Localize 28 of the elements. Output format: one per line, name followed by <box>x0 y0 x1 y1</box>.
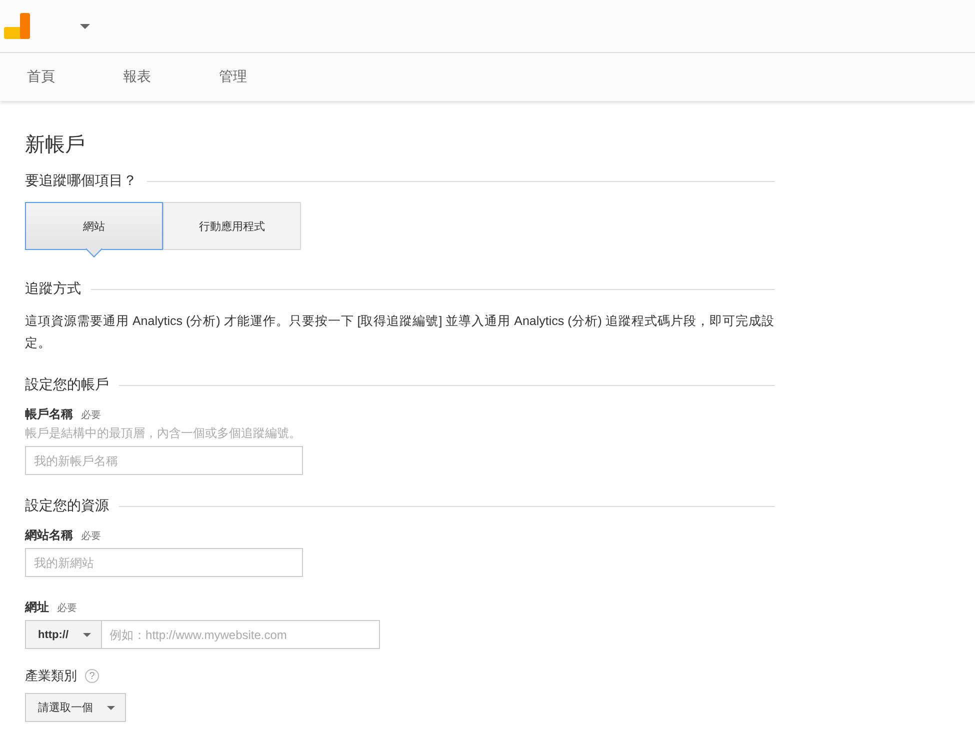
input-field[interactable]: 我的新網站 <box>25 548 303 577</box>
page-title: 新帳戶 <box>25 133 86 158</box>
nav-tab[interactable]: 管理 <box>219 68 315 86</box>
field-label: 網址 <box>25 599 49 616</box>
section-heading: 追蹤方式 <box>25 280 81 298</box>
input-field[interactable]: 我的新帳戶名稱 <box>25 446 303 475</box>
industry-dropdown[interactable]: 請選取一個 <box>25 693 126 722</box>
account-menu-caret[interactable] <box>80 24 90 28</box>
field-hint: 帳戶是結構中的最頂層，內含一個或多個追蹤編號。 <box>25 425 302 442</box>
required-label: 必要 <box>57 602 77 614</box>
field-label: 網站名稱 <box>25 527 73 544</box>
caret-icon <box>82 632 91 636</box>
url-field[interactable]: 例如：http://www.mywebsite.com <box>102 620 380 649</box>
logo-icon <box>4 13 30 39</box>
nav-tab[interactable]: 報表 <box>123 68 219 86</box>
field-label: 帳戶名稱 <box>25 406 73 423</box>
description-text: 這項資源需要通用 Analytics (分析) 才能運作。只要按一下 [取得追蹤編號] 並導入通用 Analytics (分析) 追蹤程式碼片段，即可完成設定。 <box>25 313 775 352</box>
section-heading: 設定您的資源 <box>25 497 109 515</box>
caret-icon <box>107 706 115 710</box>
field-label: 產業類別 <box>25 667 77 685</box>
segment-option[interactable]: 網站 <box>25 202 163 250</box>
nav-tab[interactable]: 首頁 <box>27 68 123 86</box>
section-heading: 要追蹤哪個項目？ <box>25 172 137 190</box>
section-heading: 設定您的帳戶 <box>25 376 109 394</box>
required-label: 必要 <box>81 530 101 542</box>
protocol-dropdown[interactable]: http:// <box>25 620 102 649</box>
segment-option[interactable]: 行動應用程式 <box>163 202 301 250</box>
required-label: 必要 <box>81 408 101 422</box>
